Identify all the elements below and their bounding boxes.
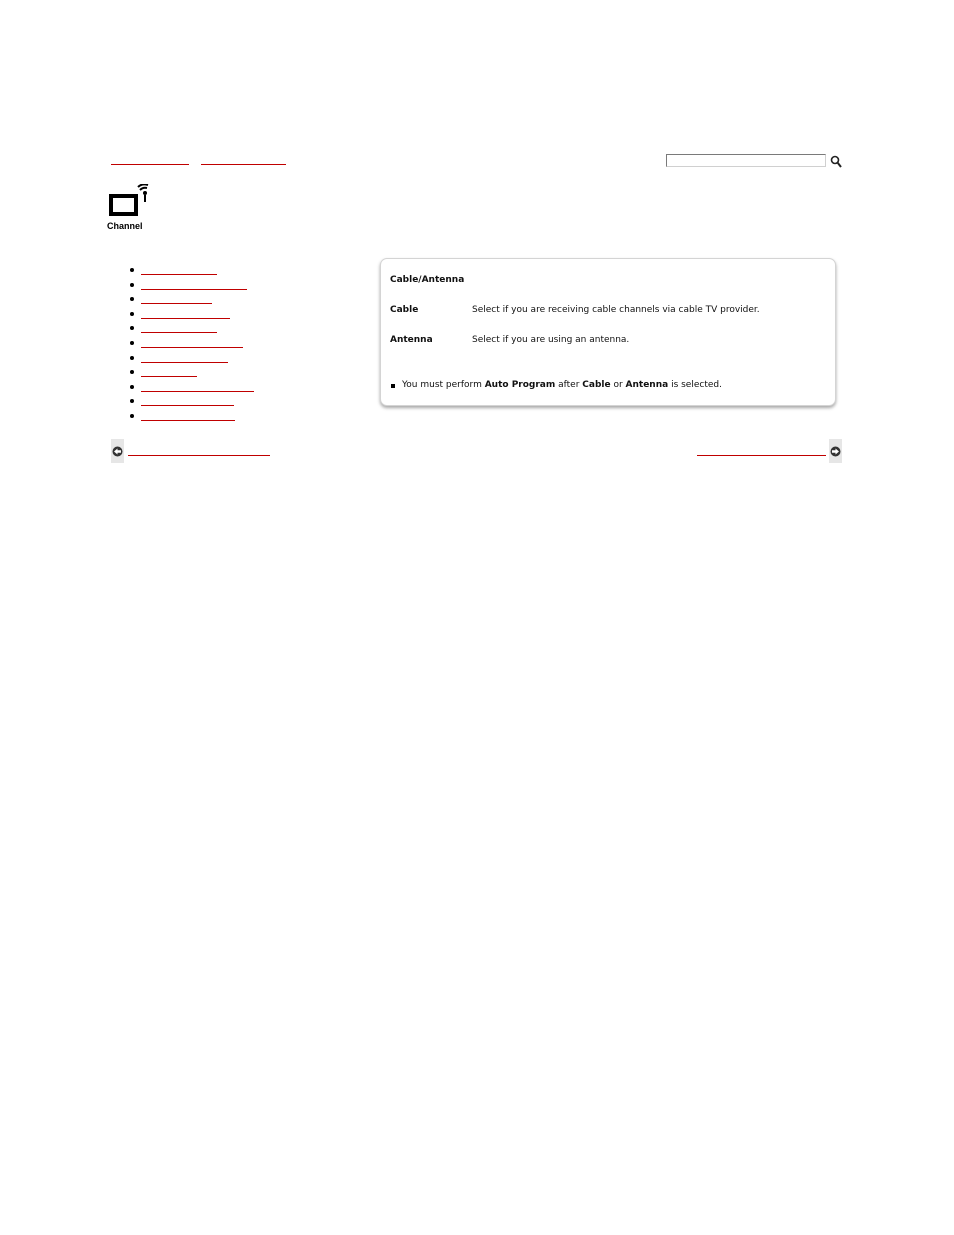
sidebar-link-7[interactable]	[141, 358, 228, 363]
next-page-link[interactable]	[697, 450, 826, 456]
option-desc-cable: Select if you are receiving cable channe…	[472, 305, 760, 315]
note-bullet	[391, 384, 395, 388]
note-antenna: Antenna	[625, 380, 669, 390]
option-term-cable: Cable	[390, 305, 419, 315]
note-cable: Cable	[582, 380, 611, 390]
magnifier-icon	[830, 155, 842, 168]
prev-page-button[interactable]	[111, 439, 124, 463]
option-desc-antenna: Select if you are using an antenna.	[472, 335, 630, 345]
sidebar-link-1[interactable]	[141, 270, 217, 275]
sidebar-link-9[interactable]	[141, 387, 254, 392]
arrow-left-icon	[112, 446, 123, 456]
breadcrumb-link-2[interactable]	[201, 158, 286, 165]
note-auto-program: Auto Program	[484, 380, 556, 390]
panel-title: Cable/Antenna	[390, 275, 465, 285]
search-button[interactable]	[830, 153, 842, 168]
sidebar-link-6[interactable]	[141, 343, 243, 348]
arrow-right-icon	[830, 446, 841, 456]
sidebar-link-11[interactable]	[141, 416, 235, 421]
sidebar-link-8[interactable]	[141, 372, 197, 378]
sidebar-link-10[interactable]	[141, 401, 234, 407]
sidebar-link-2[interactable]	[141, 285, 247, 290]
note-text: You must perform Auto Program after Cabl…	[402, 380, 722, 390]
sidebar-link-4[interactable]	[141, 314, 230, 319]
option-term-antenna: Antenna	[390, 335, 433, 345]
prev-page-link[interactable]	[128, 450, 270, 456]
tv-antenna-icon	[109, 184, 149, 216]
breadcrumb-link-1[interactable]	[111, 158, 189, 165]
section-label: Channel	[107, 221, 143, 231]
search-input[interactable]	[666, 154, 826, 167]
sidebar-link-5[interactable]	[141, 328, 217, 334]
sidebar-link-3[interactable]	[141, 299, 212, 305]
content-panel: Cable/Antenna Cable Select if you are re…	[380, 258, 836, 406]
next-page-button[interactable]	[829, 439, 842, 463]
